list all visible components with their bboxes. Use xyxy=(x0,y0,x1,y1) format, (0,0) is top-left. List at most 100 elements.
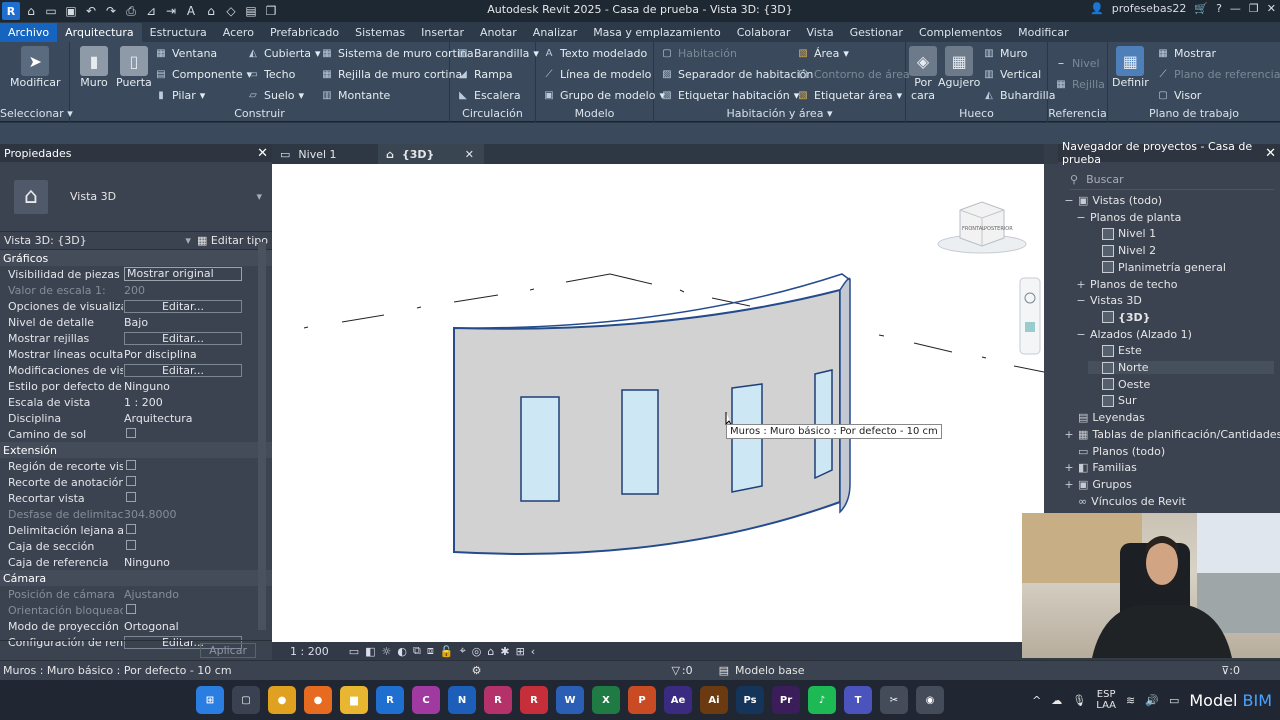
tab-acero[interactable]: Acero xyxy=(215,23,262,42)
revit-logo[interactable]: R xyxy=(2,2,20,20)
close-properties-icon[interactable]: ✕ xyxy=(257,146,268,161)
property-input[interactable]: Mostrar original xyxy=(124,267,242,281)
dormer-button[interactable]: ◭ Buhardilla xyxy=(982,88,1055,102)
expand-icon[interactable]: + xyxy=(1076,278,1086,291)
close-window-icon[interactable]: ✕ xyxy=(1267,2,1276,15)
help-icon[interactable]: ? xyxy=(1216,2,1222,15)
expand-icon[interactable]: + xyxy=(1064,428,1074,441)
mullion-button[interactable]: ▥ Montante xyxy=(320,88,390,102)
browser-search[interactable]: ⚲ Buscar xyxy=(1070,170,1274,190)
taskbar-word-icon[interactable]: W xyxy=(556,686,584,714)
property-text[interactable]: 1 : 200 xyxy=(124,396,163,409)
analytical-icon[interactable]: ⊞ xyxy=(516,645,525,658)
viewer-button[interactable]: ▢ Visor xyxy=(1156,88,1201,102)
window-2[interactable] xyxy=(621,389,659,495)
open-icon[interactable]: ▭ xyxy=(42,2,60,20)
type-selector[interactable]: ⌂ Vista 3D ▾ xyxy=(0,162,272,232)
print-icon[interactable]: ⎙ xyxy=(122,2,140,20)
section-header-1[interactable]: Extensión⌃ xyxy=(0,442,272,458)
tab-arquitectura[interactable]: Arquitectura xyxy=(57,23,142,42)
taskbar-other-icon[interactable]: ◉ xyxy=(916,686,944,714)
property-checkbox[interactable] xyxy=(126,523,136,534)
curtain-grid-button[interactable]: ▦ Rejilla de muro cortina xyxy=(320,67,462,81)
text-icon[interactable]: A xyxy=(182,2,200,20)
undo-icon[interactable]: ↶ xyxy=(82,2,100,20)
taskbar-illustrator-icon[interactable]: Ai xyxy=(700,686,728,714)
ramp-button[interactable]: ◢ Rampa xyxy=(456,67,512,81)
room-separator-button[interactable]: ▨ Separador de habitación xyxy=(660,67,813,81)
component-button[interactable]: ▤ Componente ▾ xyxy=(154,67,252,81)
tab-prefabricado[interactable]: Prefabricado xyxy=(262,23,347,42)
tree-item[interactable]: Nivel 2 xyxy=(1088,244,1156,257)
tree-item[interactable]: + Planos de techo xyxy=(1076,278,1177,291)
measure-icon[interactable]: ⊿ xyxy=(142,2,160,20)
model-icon[interactable]: ▤ xyxy=(719,664,729,677)
taskbar-start-icon[interactable]: ⊞ xyxy=(196,686,224,714)
temporary-hide-icon[interactable]: ⌖ xyxy=(460,644,466,658)
property-text[interactable]: Ortogonal xyxy=(124,620,179,633)
taskbar-explorer-icon[interactable]: ▆ xyxy=(340,686,368,714)
edit-button[interactable]: Editar... xyxy=(124,363,242,377)
properties-scrollbar[interactable] xyxy=(258,242,266,630)
taskbar-navis-icon[interactable]: N xyxy=(448,686,476,714)
tree-item[interactable]: ∞ Vínculos de Revit xyxy=(1064,495,1186,508)
taskbar-after-effects-icon[interactable]: Ae xyxy=(664,686,692,714)
wifi-icon[interactable]: ≋ xyxy=(1126,694,1135,707)
area-button[interactable]: ▧ Área ▾ xyxy=(796,46,849,60)
visual-style-icon[interactable]: ◧ xyxy=(365,645,375,658)
floor-button[interactable]: ▱ Suelo ▾ xyxy=(246,88,304,102)
tree-item[interactable]: ▤ Leyendas xyxy=(1064,411,1145,424)
section-icon[interactable]: ◇ xyxy=(222,2,240,20)
modify-button[interactable]: ➤ Modificar xyxy=(10,46,61,89)
property-text[interactable]: Ninguno xyxy=(124,380,170,393)
window-1[interactable] xyxy=(520,396,560,502)
model-group-button[interactable]: ▣ Grupo de modelo ▾ xyxy=(542,88,665,102)
house-view-icon[interactable]: ⌂ xyxy=(487,645,494,658)
tray-expand-icon[interactable]: ^ xyxy=(1032,694,1041,707)
taskbar-revit-pro-icon[interactable]: R xyxy=(520,686,548,714)
show-button[interactable]: ▦ Mostrar xyxy=(1156,46,1216,60)
tree-item[interactable]: + ◧ Familias xyxy=(1064,461,1136,474)
home-icon[interactable]: ⌂ xyxy=(22,2,40,20)
tree-item[interactable]: − Alzados (Alzado 1) xyxy=(1076,328,1192,341)
cart-icon[interactable]: 🛒 xyxy=(1194,2,1208,15)
by-face-button[interactable]: ◈ Por cara xyxy=(908,46,938,102)
navigation-bar[interactable] xyxy=(1019,277,1041,355)
tag-area-button[interactable]: ▧ Etiquetar área ▾ xyxy=(796,88,902,102)
tab-archivo[interactable]: Archivo xyxy=(0,23,58,42)
tab-sistemas[interactable]: Sistemas xyxy=(347,23,413,42)
collapse-icon[interactable]: − xyxy=(1076,294,1086,307)
reveal-hidden-icon[interactable]: ◎ xyxy=(472,645,482,658)
select-dropdown[interactable]: Seleccionar ▾ xyxy=(0,107,73,120)
thin-lines-icon[interactable]: ▤ xyxy=(242,2,260,20)
tree-item[interactable]: − Vistas 3D xyxy=(1076,294,1141,307)
taskbar-chrome-icon[interactable]: ● xyxy=(268,686,296,714)
tag-room-button[interactable]: ▧ Etiquetar habitación ▾ xyxy=(660,88,799,102)
taskbar-civil-icon[interactable]: C xyxy=(412,686,440,714)
tree-item[interactable]: ▭ Planos (todo) xyxy=(1064,445,1165,458)
taskbar-snip-icon[interactable]: ✂ xyxy=(880,686,908,714)
wall-button[interactable]: ▮ Muro xyxy=(80,46,108,89)
taskbar-firefox-icon[interactable]: ● xyxy=(304,686,332,714)
tree-item[interactable]: − ▣ Vistas (todo) xyxy=(1064,194,1162,207)
tree-item[interactable]: Sur xyxy=(1088,394,1136,407)
model-text-button[interactable]: A Texto modelado xyxy=(542,46,648,60)
section-header-0[interactable]: Gráficos⌃ xyxy=(0,250,272,266)
tab-analizar[interactable]: Analizar xyxy=(525,23,585,42)
default-3d-icon[interactable]: ⌂ xyxy=(202,2,220,20)
level-button[interactable]: ⎯ Nivel xyxy=(1054,56,1100,70)
property-text[interactable]: Arquitectura xyxy=(124,412,193,425)
property-text[interactable]: Ninguno xyxy=(124,556,170,569)
view-tab-1[interactable]: ⌂ {3D} ✕ xyxy=(378,144,484,164)
tree-item[interactable]: Norte xyxy=(1088,361,1274,374)
3d-viewport[interactable]: FRONTAL POSTERIOR Muros : Muro básico : … xyxy=(272,164,1045,642)
ceiling-button[interactable]: ▭ Techo xyxy=(246,67,295,81)
section-header-2[interactable]: Cámara⌃ xyxy=(0,570,272,586)
close-browser-icon[interactable]: ✕ xyxy=(1265,146,1276,161)
tree-item[interactable]: + ▦Tablas de planificación/Cantidades (to… xyxy=(1064,428,1280,441)
design-options[interactable]: Modelo base xyxy=(735,664,804,677)
tab-colaborar[interactable]: Colaborar xyxy=(729,23,799,42)
cloud-icon[interactable]: ☁ xyxy=(1051,694,1062,707)
tree-item[interactable]: Este xyxy=(1088,344,1142,357)
property-text[interactable]: Por disciplina xyxy=(124,348,197,361)
